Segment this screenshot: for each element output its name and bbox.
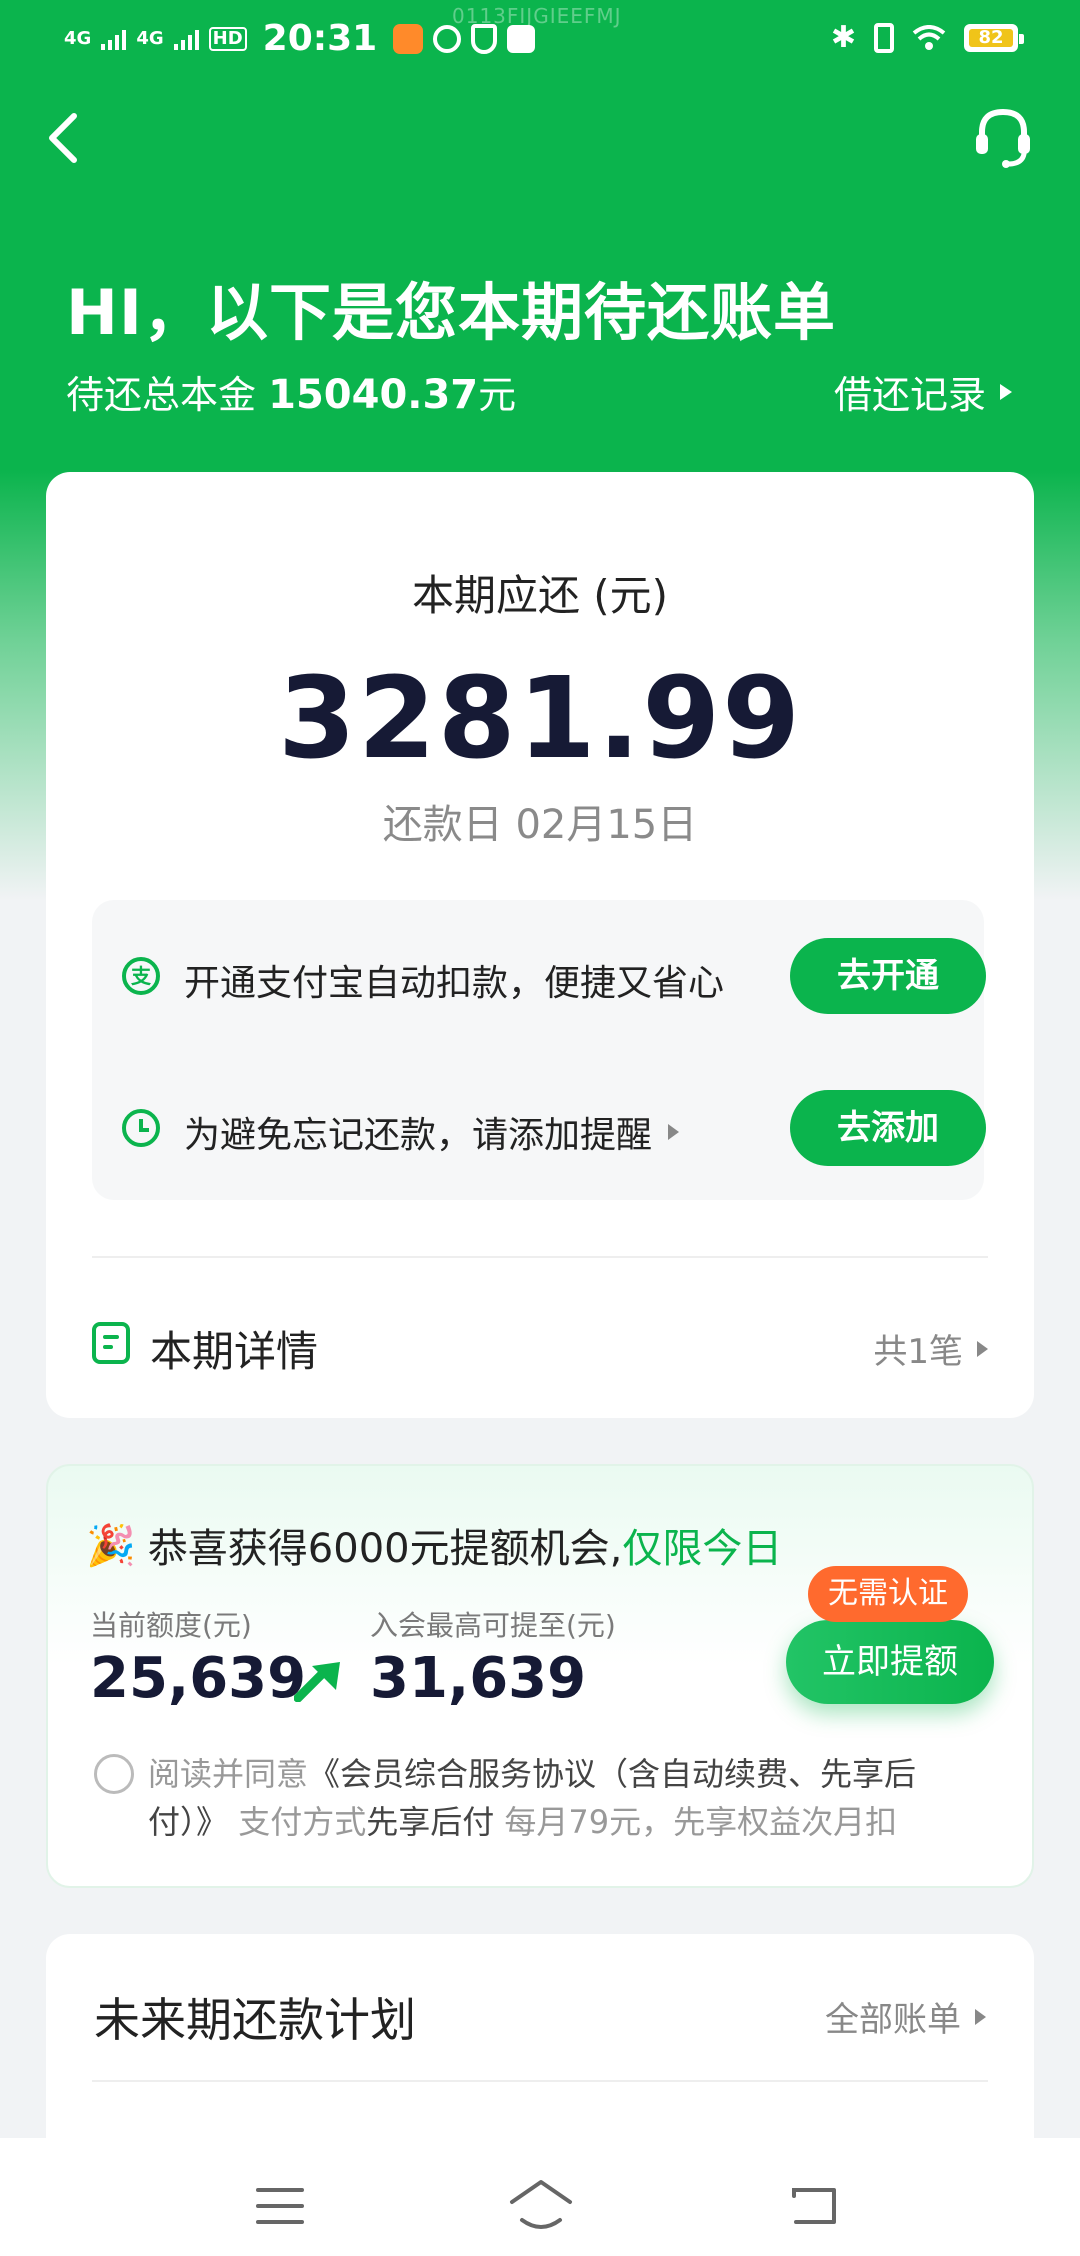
app-notification-icon bbox=[393, 23, 424, 54]
due-amount: 3281.99 bbox=[277, 654, 803, 784]
future-plan-title: 未来期还款计划 bbox=[94, 1993, 416, 2047]
add-reminder-button[interactable]: 去添加 bbox=[790, 1090, 986, 1166]
enable-autopay-button[interactable]: 去开通 bbox=[790, 938, 986, 1014]
autopay-tip-text: 开通支付宝自动扣款，便捷又省心 bbox=[184, 963, 725, 1004]
current-quota-label: 当前额度(元) bbox=[90, 1609, 252, 1642]
agreement-text: 阅读并同意《会员综合服务协议（含自动续费、先享后付）》 支付方式先享后付 每月7… bbox=[148, 1755, 917, 1841]
due-date: 还款日 02月15日 bbox=[46, 792, 1034, 850]
max-quota-value: 31,639 bbox=[370, 1646, 587, 1711]
signal-icon-2 bbox=[173, 28, 199, 50]
customer-service-icon[interactable] bbox=[970, 104, 1036, 170]
alipay-icon: 支 bbox=[122, 957, 160, 995]
send-icon bbox=[507, 24, 536, 53]
network-type: 4G bbox=[64, 27, 92, 49]
menu-icon[interactable] bbox=[256, 2188, 304, 2226]
vibrate-icon bbox=[874, 22, 894, 53]
raise-button-group: 立即提额 无需认证 bbox=[786, 1566, 1002, 1706]
bluetooth-icon: ✱ bbox=[830, 20, 856, 55]
total-principal-amount: 15040.37 bbox=[268, 372, 479, 418]
promo-headline: 🎉 恭喜获得6000元提额机会, 仅限今日 bbox=[86, 1516, 782, 1574]
arrow-right-icon bbox=[1000, 383, 1012, 400]
arrow-right-icon bbox=[975, 2008, 986, 2025]
total-principal-label: 待还总本金 bbox=[66, 373, 257, 417]
bill-detail-count: 共1笔 bbox=[873, 1324, 988, 1373]
current-quota-value: 25,639 bbox=[90, 1646, 307, 1711]
hd-icon: HD bbox=[208, 26, 247, 51]
total-principal-unit: 元 bbox=[478, 373, 517, 417]
autopay-tip: 支 开通支付宝自动扣款，便捷又省心 去开通 bbox=[92, 936, 986, 1016]
due-title: 本期应还 (元) bbox=[411, 571, 669, 620]
raise-credit-button[interactable]: 立即提额 bbox=[786, 1620, 994, 1704]
reminder-tip-text: 为避免忘记还款，请添加提醒 bbox=[184, 1106, 680, 1158]
shield-icon bbox=[471, 23, 498, 54]
bill-detail-row[interactable]: 本期详情 共1笔 bbox=[92, 1310, 988, 1376]
bill-detail-title: 本期详情 bbox=[150, 1327, 319, 1376]
divider bbox=[92, 1256, 988, 1258]
credit-raise-card: 🎉 恭喜获得6000元提额机会, 仅限今日 当前额度(元) 25,639 入会最高… bbox=[46, 1464, 1034, 1888]
promo-highlight: 仅限今日 bbox=[622, 1526, 783, 1572]
divider bbox=[92, 2080, 988, 2082]
battery-icon: 82 bbox=[964, 23, 1024, 52]
history-link-label: 借还记录 bbox=[833, 373, 986, 417]
signal-icon bbox=[101, 28, 127, 50]
clock-icon bbox=[122, 1109, 160, 1147]
back-nav-icon[interactable] bbox=[790, 2184, 840, 2228]
device-id: 0113FIJGIEEFMJ bbox=[452, 4, 622, 28]
clock: 20:31 bbox=[262, 18, 378, 59]
arrow-right-icon bbox=[977, 1340, 988, 1357]
no-verification-badge: 无需认证 bbox=[808, 1566, 968, 1622]
arrow-right-icon bbox=[668, 1124, 680, 1140]
status-bar: 4G 4G HD 20:31 0113FIJGIEEFMJ ✱ 82 bbox=[0, 0, 1080, 76]
check-icon bbox=[433, 24, 462, 53]
document-icon bbox=[92, 1322, 130, 1364]
current-bill-card: 本期应还 (元) 3281.99 还款日 02月15日 支 开通支付宝自动扣款，… bbox=[46, 472, 1034, 1418]
due-date-label: 还款日 bbox=[382, 802, 503, 848]
tips-box: 支 开通支付宝自动扣款，便捷又省心 去开通 为避免忘记还款，请添加提醒 去添加 bbox=[92, 900, 986, 1200]
system-nav-bar bbox=[0, 2138, 1080, 2256]
all-bills-link[interactable]: 全部账单 bbox=[825, 1992, 986, 2041]
party-popper-icon: 🎉 bbox=[86, 1522, 136, 1569]
network-type-2: 4G bbox=[136, 27, 164, 49]
agree-checkbox[interactable] bbox=[94, 1754, 134, 1794]
max-quota-label: 入会最高可提至(元) bbox=[370, 1609, 616, 1642]
reminder-tip[interactable]: 为避免忘记还款，请添加提醒 去添加 bbox=[92, 1088, 986, 1168]
history-link[interactable]: 借还记录 bbox=[834, 364, 1012, 419]
due-date-value: 02月15日 bbox=[515, 802, 698, 848]
page-title: HI，以下是您本期待还账单 bbox=[66, 276, 836, 349]
total-principal: 待还总本金 15040.37元 bbox=[66, 364, 516, 419]
back-icon[interactable] bbox=[40, 110, 88, 166]
battery-level: 82 bbox=[969, 28, 1013, 47]
wifi-icon bbox=[912, 24, 946, 50]
home-icon[interactable] bbox=[508, 2178, 574, 2232]
trend-up-icon bbox=[294, 1662, 340, 1702]
